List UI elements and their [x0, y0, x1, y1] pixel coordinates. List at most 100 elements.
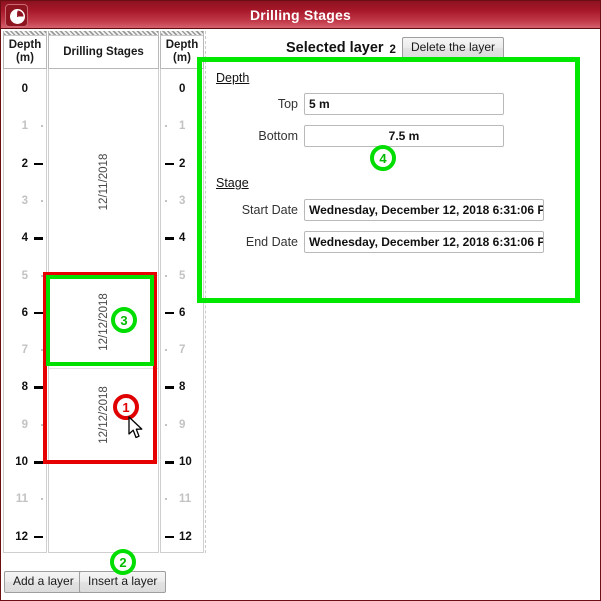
depth-tick-1: 1	[4, 119, 46, 133]
depth-tick-label: 10	[15, 456, 28, 468]
drilling-stage-layer[interactable]: 12/12/2018	[49, 275, 158, 369]
depth-tick-label: 4	[179, 232, 186, 245]
depth-tick-6: 6	[161, 306, 203, 320]
depth-tick-mark	[165, 125, 167, 128]
depth-tick-0: 0	[4, 82, 46, 96]
depth-tick-label: 9	[21, 418, 28, 431]
layer-form: Depth Top 5 m Bottom 7.5 m Stage Start D…	[212, 63, 582, 293]
column-header-depth-left[interactable]: Depth (m)	[3, 31, 47, 69]
depth-tick-mark	[165, 498, 167, 501]
depth-tick-7: 7	[4, 343, 46, 357]
depth-tick-mark	[165, 274, 167, 277]
selected-layer-label: Selected layer	[286, 40, 384, 56]
title-bar: Drilling Stages	[1, 1, 600, 29]
depth-tick-4: 4	[4, 231, 46, 245]
column-header-drilling-stages[interactable]: Drilling Stages	[48, 31, 159, 69]
depth-tick-label: 9	[179, 418, 186, 431]
depth-tick-10: 10	[4, 455, 46, 469]
depth-tick-mark	[41, 274, 43, 277]
depth-tick-mark	[165, 386, 174, 389]
depth-tick-label: 8	[21, 381, 28, 394]
depth-tick-mark	[165, 423, 167, 426]
depth-tick-5: 5	[4, 269, 46, 283]
depth-tick-label: 1	[179, 120, 186, 133]
depth-tick-label: 10	[179, 456, 192, 468]
selected-layer-number: 2	[389, 44, 396, 56]
depth-tick-label: 7	[21, 344, 28, 357]
drilling-stage-layer[interactable]: 12/11/2018	[49, 89, 158, 276]
depth-tick-label: 12	[15, 530, 28, 543]
depth-tick-label: 3	[21, 194, 28, 207]
depth-tick-11: 11	[4, 492, 46, 506]
depth-tick-5: 5	[161, 269, 203, 283]
depth-tick-2: 2	[161, 157, 203, 171]
depth-tick-label: 3	[179, 194, 186, 207]
add-a-layer-button[interactable]: Add a layer	[4, 571, 83, 593]
depth-left-line2: (m)	[16, 52, 34, 64]
depth-tick-2: 2	[4, 157, 46, 171]
depth-right-line1: Depth	[165, 39, 199, 51]
start-date-field[interactable]: Wednesday, December 12, 2018 6:31:06 PM	[304, 199, 544, 221]
depth-tick-mark	[165, 237, 174, 240]
depth-tick-mark	[165, 535, 174, 539]
depth-tick-11: 11	[161, 492, 203, 506]
depth-tick-mark	[41, 199, 43, 202]
depth-tick-label: 5	[179, 269, 186, 282]
depth-tick-label: 2	[21, 157, 28, 170]
column-header-stages-label: Drilling Stages	[63, 45, 144, 58]
depth-tick-mark	[41, 423, 43, 426]
depth-tick-mark	[165, 162, 174, 166]
bottom-field-label: Bottom	[258, 129, 298, 143]
bottom-field[interactable]: 7.5 m	[304, 125, 504, 147]
depth-tick-label: 11	[179, 493, 192, 506]
layer-date-label: 12/12/2018	[97, 386, 110, 444]
depth-tick-7: 7	[161, 343, 203, 357]
depth-tick-10: 10	[161, 455, 203, 469]
depth-tick-label: 6	[179, 306, 186, 319]
end-date-field[interactable]: Wednesday, December 12, 2018 6:31:06 PM	[304, 231, 544, 253]
depth-right-line2: (m)	[173, 52, 191, 64]
delete-the-layer-button[interactable]: Delete the layer	[401, 37, 504, 59]
depth-tick-mark	[165, 199, 167, 202]
insert-a-layer-button[interactable]: Insert a layer	[79, 571, 167, 593]
depth-tick-12: 12	[4, 530, 46, 544]
depth-tick-3: 3	[4, 194, 46, 208]
end-date-label: End Date	[245, 235, 298, 249]
column-header-depth-right-label: Depth (m)	[161, 36, 203, 68]
depth-tick-8: 8	[161, 380, 203, 394]
layer-detail-panel: Selected layer 2 Delete the layer Depth …	[205, 31, 600, 553]
depth-scale-right: 0 1 2 3 4 5 6 7 8 9 10 11 12	[160, 69, 204, 553]
start-date-label: Start Date	[241, 203, 298, 217]
depth-tick-12: 12	[161, 530, 203, 544]
depth-tick-mark	[41, 125, 43, 128]
depth-tick-6: 6	[4, 306, 46, 320]
depth-tick-mark	[165, 311, 174, 315]
layer-date-label: 12/12/2018	[97, 292, 110, 351]
top-field-label: Top	[277, 97, 298, 111]
depth-tick-9: 9	[4, 418, 46, 432]
depth-tick-1: 1	[161, 119, 203, 133]
depth-tick-mark	[34, 386, 43, 389]
depth-tick-label: 11	[15, 493, 28, 506]
depth-tick-4: 4	[161, 231, 203, 245]
depth-scale-left: 0 1 2 3 4 5 6 7 8 9 10 11 12	[3, 69, 47, 553]
depth-tick-mark	[34, 162, 43, 166]
drilling-stage-layer[interactable]: 12/12/2018	[49, 368, 158, 462]
depth-tick-mark	[34, 461, 43, 464]
depth-tick-mark	[41, 498, 43, 501]
layer-date-label: 12/11/2018	[97, 153, 110, 211]
depth-tick-mark	[41, 349, 43, 352]
drilling-stages-column[interactable]: 12/11/2018 12/12/2018 12/12/2018	[48, 69, 159, 553]
depth-tick-label: 4	[21, 232, 28, 245]
depth-left-line1: Depth	[8, 39, 42, 51]
top-field[interactable]: 5 m	[304, 93, 504, 115]
depth-tick-label: 1	[21, 120, 28, 133]
depth-tick-9: 9	[161, 418, 203, 432]
depth-tick-mark	[34, 535, 43, 539]
depth-tick-8: 8	[4, 380, 46, 394]
depth-tick-label: 7	[179, 344, 186, 357]
depth-tick-label: 6	[21, 306, 28, 319]
column-header-depth-left-label: Depth (m)	[4, 36, 46, 68]
column-header-depth-right[interactable]: Depth (m)	[160, 31, 204, 69]
window-title: Drilling Stages	[249, 7, 352, 23]
